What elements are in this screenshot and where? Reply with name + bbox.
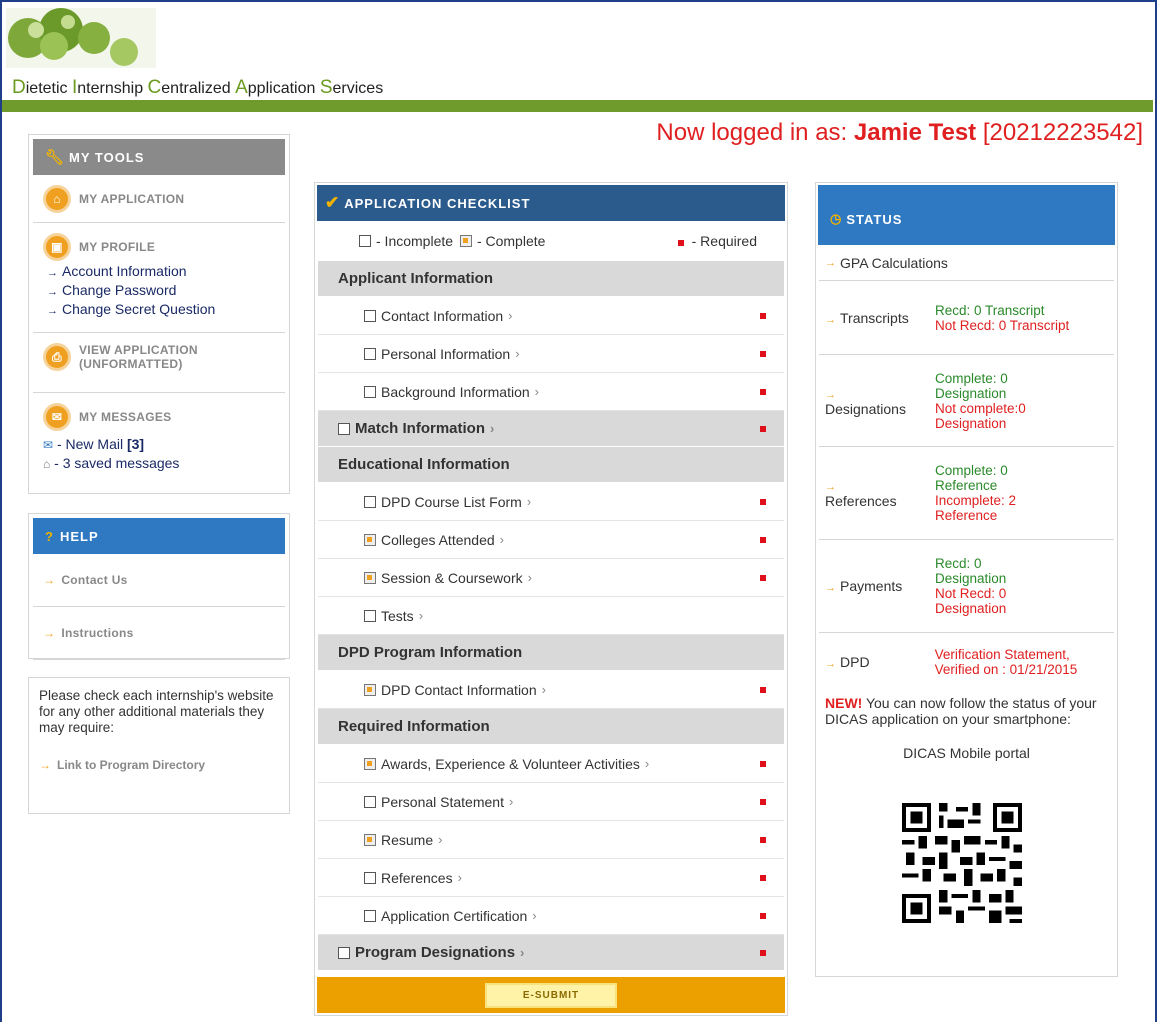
arrow-right-icon: → [825, 256, 836, 269]
home-icon: ⌂ [43, 185, 71, 213]
saved-messages-link[interactable]: ⌂ - 3 saved messages [43, 454, 285, 473]
status-row-transcripts[interactable]: → Transcripts Recd: 0 Transcript Not Recd:… [819, 281, 1114, 355]
user-name: Jamie Test [853, 119, 977, 146]
required-marker-icon [760, 388, 766, 395]
my-application-block[interactable]: ⌂ MY APPLICATION [33, 175, 285, 223]
contact-us-link[interactable]: → Contact Us [33, 554, 285, 607]
site-title: Dietetic Internship Centralized Applicat… [12, 77, 384, 98]
change-password-link[interactable]: → Change Password [43, 282, 285, 301]
view-application-label[interactable]: VIEW APPLICATION [79, 343, 198, 357]
program-directory-link[interactable]: → Link to Program Directory [39, 758, 279, 772]
mobile-notice: NEW! You can now follow the status of yo… [825, 695, 1097, 727]
gpa-calculations-link[interactable]: → GPA Calculations [819, 245, 1114, 281]
checklist-item-session-coursework[interactable]: Session & Coursework › [318, 559, 784, 597]
arrow-right-icon: → [825, 313, 836, 326]
required-marker-icon [760, 798, 766, 805]
status-row-references[interactable]: → References Complete: 0 Reference Incompl… [819, 447, 1114, 540]
user-id: [20212223542] [976, 119, 1143, 146]
required-marker-icon [677, 240, 684, 246]
checklist-header: ✔ APPLICATION CHECKLIST [317, 185, 785, 221]
my-application-link[interactable]: MY APPLICATION [79, 192, 184, 206]
section-required-information: Required Information [318, 709, 784, 745]
required-marker-icon [760, 760, 766, 767]
required-marker-icon [760, 874, 766, 881]
application-checklist: ✔ APPLICATION CHECKLIST - Incomplete - C… [314, 182, 788, 1016]
program-directory-note: Please check each internship's website f… [28, 677, 290, 814]
e-submit-button[interactable]: E-SUBMIT [484, 982, 618, 1008]
arrow-right-icon: → [825, 388, 836, 401]
print-icon: ⎙ [43, 343, 71, 371]
complete-box-icon [459, 235, 472, 247]
change-secret-question-link[interactable]: → Change Secret Question [43, 301, 285, 320]
section-educational-information: Educational Information [318, 447, 784, 483]
arrow-right-icon: → [39, 758, 51, 772]
arrow-right-icon: → [825, 658, 836, 670]
checklist-item-references[interactable]: References › [318, 859, 784, 897]
arrow-right-icon: → [825, 582, 836, 594]
mail-icon: ✉ [43, 403, 71, 431]
required-marker-icon [760, 312, 766, 319]
checklist-item-dpd-course-list[interactable]: DPD Course List Form › [318, 483, 784, 521]
header: Dietetic Internship Centralized Applicat… [2, 2, 1153, 98]
my-profile-label[interactable]: MY PROFILE [79, 240, 155, 254]
instructions-link[interactable]: → Instructions [33, 607, 285, 660]
header-divider [2, 100, 1153, 112]
section-program-designations[interactable]: Program Designations › [318, 935, 784, 971]
my-profile-block: ▣ MY PROFILE → Account Information → Chang… [33, 223, 285, 333]
my-messages-block: ✉ MY MESSAGES ✉ - New Mail [3] ⌂ - 3 sav… [33, 393, 285, 479]
checklist-item-application-certification[interactable]: Application Certification › [318, 897, 784, 935]
my-tools-header: 🔧︎ MY TOOLS [33, 139, 285, 175]
status-header: ◷ STATUS [818, 185, 1115, 245]
required-marker-icon [760, 425, 766, 432]
checklist-item-resume[interactable]: Resume › [318, 821, 784, 859]
help-panel: ? HELP → Contact Us → Instructions [28, 513, 290, 660]
account-information-link[interactable]: → Account Information [43, 263, 285, 282]
status-row-payments[interactable]: → Payments Recd: 0 Designation Not Recd: 0… [819, 540, 1114, 633]
submit-bar: E-SUBMIT [317, 977, 785, 1013]
my-messages-label[interactable]: MY MESSAGES [79, 410, 171, 424]
checklist-item-background-information[interactable]: Background Information › [318, 373, 784, 411]
profile-icon: ▣ [43, 233, 71, 261]
required-marker-icon [760, 574, 766, 581]
my-tools-panel: 🔧︎ MY TOOLS ⌂ MY APPLICATION ▣ MY PROFIL… [28, 134, 290, 494]
question-icon: ? [45, 528, 54, 544]
checklist-item-contact-information[interactable]: Contact Information › [318, 297, 784, 335]
mobile-portal-link[interactable]: DICAS Mobile portal [816, 745, 1117, 761]
incomplete-box-icon [359, 235, 371, 247]
new-mail-link[interactable]: ✉ - New Mail [3] [43, 435, 285, 454]
note-text: Please check each internship's website f… [39, 688, 274, 735]
envelope-icon: ✉ [43, 438, 54, 452]
help-header: ? HELP [33, 518, 285, 554]
checklist-item-dpd-contact-information[interactable]: DPD Contact Information › [318, 671, 784, 709]
required-marker-icon [760, 686, 766, 693]
checklist-item-personal-statement[interactable]: Personal Statement › [318, 783, 784, 821]
required-marker-icon [760, 498, 766, 505]
arrow-right-icon: → [825, 481, 836, 493]
required-marker-icon [760, 350, 766, 357]
required-marker-icon [760, 536, 766, 543]
checklist-item-tests[interactable]: Tests › [318, 597, 784, 635]
arrow-right-icon: → [43, 626, 56, 640]
checklist-legend: - Incomplete - Complete - Required [315, 221, 787, 261]
section-match-information[interactable]: Match Information › [318, 411, 784, 447]
status-row-designations[interactable]: → Designations Complete: 0 Designation Not… [819, 355, 1114, 447]
required-marker-icon [760, 836, 766, 843]
wrench-icon: 🔧︎ [45, 149, 66, 166]
required-marker-icon [760, 949, 766, 956]
checklist-item-colleges-attended[interactable]: Colleges Attended › [318, 521, 784, 559]
qr-code-icon [902, 803, 1022, 923]
required-marker-icon [760, 912, 766, 919]
brussels-sprouts-logo [6, 8, 156, 68]
checklist-item-personal-information[interactable]: Personal Information › [318, 335, 784, 373]
clock-icon: ◷ [830, 211, 843, 226]
arrow-right-icon: → [43, 573, 56, 587]
checkmark-icon: ✔ [325, 193, 341, 212]
logged-in-banner: Now logged in as: Jamie Test [2021222354… [656, 119, 1143, 146]
checklist-item-awards[interactable]: Awards, Experience & Volunteer Activitie… [318, 745, 784, 783]
section-dpd-program-information: DPD Program Information [318, 635, 784, 671]
status-row-dpd[interactable]: → DPD Verification Statement, Verified on… [819, 633, 1114, 691]
view-application-block[interactable]: ⎙ VIEW APPLICATION (UNFORMATTED) [33, 333, 285, 393]
section-applicant-information: Applicant Information [318, 261, 784, 297]
status-panel: ◷ STATUS → GPA Calculations → Transcripts … [815, 182, 1118, 977]
